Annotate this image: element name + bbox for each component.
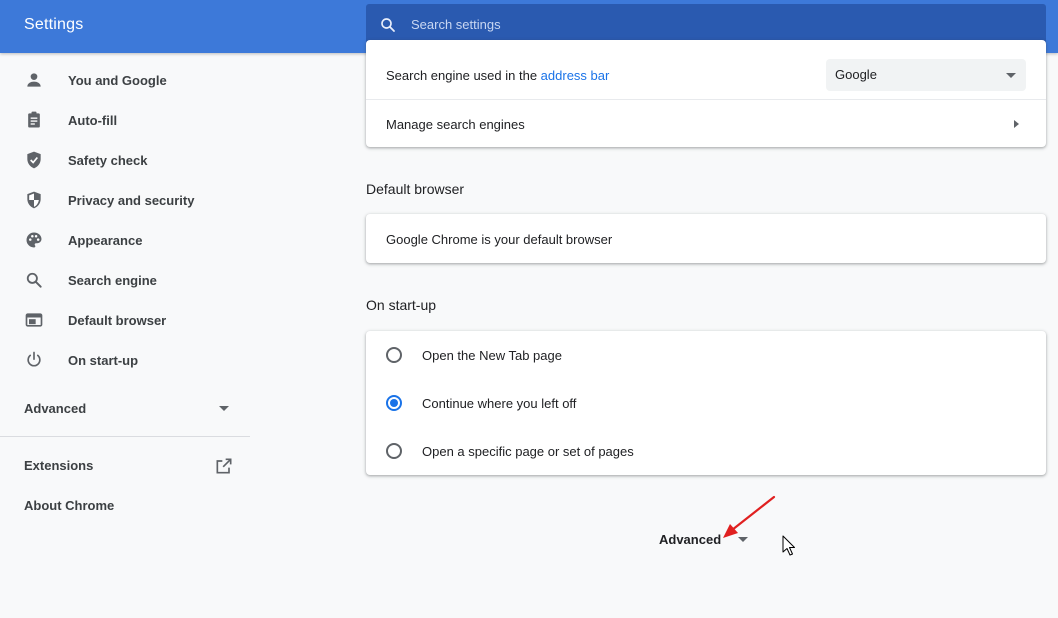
search-icon	[26, 272, 42, 288]
advanced-button-label: Advanced	[659, 532, 722, 547]
sidebar: You and Google Auto-fill Safety check Pr…	[0, 53, 250, 618]
default-browser-status: Google Chrome is your default browser	[386, 232, 613, 247]
sidebar-item-safety-check[interactable]: Safety check	[0, 140, 250, 180]
sidebar-item-label: Search engine	[68, 273, 157, 288]
sidebar-item-label: Safety check	[68, 153, 148, 168]
shield-half-icon	[27, 191, 41, 209]
startup-option-continue[interactable]: Continue where you left off	[366, 379, 1046, 427]
clipboard-icon	[28, 111, 40, 128]
annotation-arrow	[723, 495, 776, 538]
search-engine-row-text: Search engine used in the address bar	[386, 68, 609, 83]
sidebar-item-label: You and Google	[68, 73, 167, 88]
search-engine-row: Search engine used in the address bar Go…	[366, 53, 1046, 99]
search-engine-select-value: Google	[835, 67, 877, 82]
radio-new-tab[interactable]	[386, 347, 402, 363]
chevron-down-icon	[1006, 73, 1016, 78]
sidebar-item-on-startup[interactable]: On start-up	[0, 340, 250, 380]
address-bar-link[interactable]: address bar	[541, 68, 610, 83]
power-icon	[27, 351, 41, 367]
startup-option-label: Continue where you left off	[422, 396, 577, 411]
browser-window-icon	[25, 313, 43, 327]
startup-option-new-tab[interactable]: Open the New Tab page	[366, 331, 1046, 379]
radio-continue[interactable]	[386, 395, 402, 411]
sidebar-item-search-engine[interactable]: Search engine	[0, 260, 250, 300]
startup-option-label: Open the New Tab page	[422, 348, 562, 363]
manage-search-engines-label: Manage search engines	[386, 117, 525, 132]
shield-check-icon	[27, 151, 41, 169]
sidebar-item-privacy[interactable]: Privacy and security	[0, 180, 250, 220]
external-link-icon	[216, 458, 232, 474]
sidebar-item-label: Privacy and security	[68, 193, 195, 208]
sidebar-item-about-chrome[interactable]: About Chrome	[0, 485, 250, 525]
default-browser-title: Default browser	[366, 181, 465, 197]
search-box[interactable]	[366, 4, 1046, 45]
sidebar-extensions-label: Extensions	[24, 458, 94, 473]
search-engine-select[interactable]: Google	[826, 59, 1026, 91]
chevron-down-icon	[219, 406, 229, 411]
search-engine-card: Search engine used in the address bar Go…	[366, 40, 1046, 147]
sidebar-item-label: Appearance	[68, 233, 143, 248]
sidebar-item-label: Auto-fill	[68, 113, 118, 128]
startup-card: Open the New Tab page Continue where you…	[366, 331, 1046, 475]
radio-specific-pages[interactable]	[386, 443, 402, 459]
sidebar-item-default-browser[interactable]: Default browser	[0, 300, 250, 340]
sidebar-item-label: Default browser	[68, 313, 167, 328]
default-browser-card: Google Chrome is your default browser	[366, 214, 1046, 263]
mouse-cursor-icon	[782, 535, 795, 556]
startup-option-label: Open a specific page or set of pages	[422, 444, 634, 459]
sidebar-divider	[0, 436, 250, 437]
sidebar-item-extensions[interactable]: Extensions	[0, 445, 250, 485]
app-title: Settings	[24, 16, 84, 33]
sidebar-about-label: About Chrome	[24, 498, 115, 513]
sidebar-item-you-and-google[interactable]: You and Google	[0, 60, 250, 100]
sidebar-item-appearance[interactable]: Appearance	[0, 220, 250, 260]
sidebar-advanced-toggle[interactable]: Advanced	[0, 388, 250, 428]
person-icon	[27, 73, 41, 87]
sidebar-item-label: On start-up	[68, 353, 139, 368]
manage-search-engines-row[interactable]: Manage search engines	[366, 100, 1046, 147]
sidebar-advanced-label: Advanced	[24, 401, 87, 416]
sidebar-item-auto-fill[interactable]: Auto-fill	[0, 100, 250, 140]
chevron-right-icon	[1014, 120, 1019, 128]
search-engine-row-prefix: Search engine used in the	[386, 68, 541, 83]
startup-title: On start-up	[366, 297, 437, 313]
palette-icon	[26, 232, 42, 248]
startup-option-specific-pages[interactable]: Open a specific page or set of pages	[366, 427, 1046, 475]
search-input[interactable]	[411, 4, 1031, 45]
search-icon	[381, 18, 395, 32]
